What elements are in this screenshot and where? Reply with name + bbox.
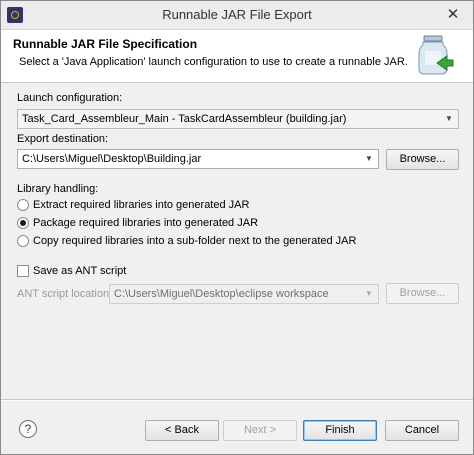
chevron-down-icon[interactable]: ▼ (362, 150, 376, 168)
chevron-down-icon[interactable]: ▼ (362, 285, 376, 303)
library-option-label: Extract required libraries into generate… (33, 199, 250, 211)
library-option-copy[interactable]: Copy required libraries into a sub-folde… (17, 234, 457, 250)
library-option-extract[interactable]: Extract required libraries into generate… (17, 198, 457, 214)
jar-export-icon (418, 35, 454, 75)
ant-location-label: ANT script location: (17, 288, 113, 300)
export-destination-label: Export destination: (17, 133, 109, 145)
library-option-label: Copy required libraries into a sub-folde… (33, 235, 357, 247)
library-option-package[interactable]: Package required libraries into generate… (17, 216, 457, 232)
radio-package[interactable] (17, 217, 29, 229)
save-ant-option[interactable]: Save as ANT script (17, 264, 217, 280)
window-title: Runnable JAR File Export (162, 7, 312, 22)
radio-extract[interactable] (17, 199, 29, 211)
launch-config-label: Launch configuration: (17, 92, 123, 104)
export-destination-value: C:\Users\Miguel\Desktop\Building.jar (22, 153, 202, 165)
export-destination-combo[interactable]: C:\Users\Miguel\Desktop\Building.jar ▼ (17, 149, 379, 169)
export-browse-button[interactable]: Browse... (386, 149, 459, 170)
radio-copy[interactable] (17, 235, 29, 247)
ant-location-combo[interactable]: C:\Users\Miguel\Desktop\eclipse workspac… (109, 284, 379, 304)
ant-location-value: C:\Users\Miguel\Desktop\eclipse workspac… (114, 288, 329, 300)
close-icon[interactable]: ✕ (443, 5, 463, 25)
footer-separator (1, 399, 473, 401)
page-description: Select a 'Java Application' launch confi… (19, 56, 408, 68)
library-option-label: Package required libraries into generate… (33, 217, 259, 229)
wizard-banner: Runnable JAR File Specification Select a… (1, 30, 473, 83)
save-ant-label: Save as ANT script (33, 265, 127, 277)
next-button[interactable]: Next > (223, 420, 297, 441)
ant-browse-button[interactable]: Browse... (386, 283, 459, 304)
chevron-down-icon[interactable]: ▼ (442, 110, 456, 128)
launch-config-value: Task_Card_Assembleur_Main - TaskCardAsse… (22, 113, 347, 125)
launch-config-select[interactable]: Task_Card_Assembleur_Main - TaskCardAsse… (17, 109, 459, 129)
export-dialog: Runnable JAR File Export ✕ Runnable JAR … (0, 0, 474, 455)
save-ant-checkbox[interactable] (17, 265, 29, 277)
cancel-button[interactable]: Cancel (385, 420, 459, 441)
back-button[interactable]: < Back (145, 420, 219, 441)
help-icon[interactable]: ? (19, 420, 37, 438)
page-title: Runnable JAR File Specification (13, 37, 198, 51)
finish-button[interactable]: Finish (303, 420, 377, 441)
title-bar: Runnable JAR File Export ✕ (1, 1, 473, 30)
library-handling-label: Library handling: (17, 183, 99, 195)
